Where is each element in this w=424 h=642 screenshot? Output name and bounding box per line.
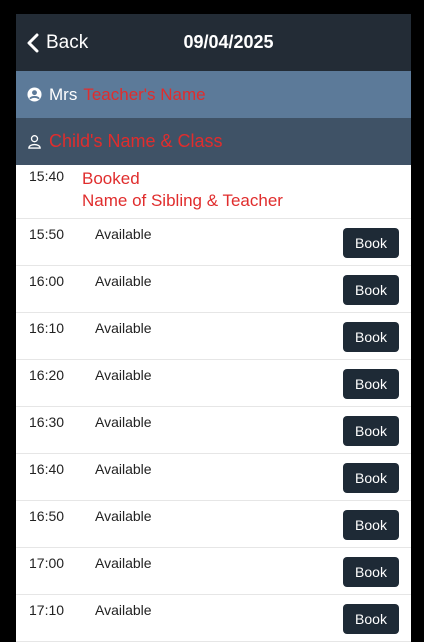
book-button[interactable]: Book [343,604,399,634]
page-title: 09/04/2025 [183,32,274,52]
teacher-header: Mrs Teacher's Name [16,71,411,118]
slot-status: Available [95,367,152,383]
book-button[interactable]: Book [343,275,399,305]
slot-list: 15:50 Available Book 16:00 Available Boo… [16,219,411,642]
book-button[interactable]: Book [343,416,399,446]
slot-status: Available [95,555,152,571]
slot-status: Available [95,461,152,477]
user-circle-icon [27,87,42,102]
slot-status: Available [95,273,152,289]
teacher-name: Teacher's Name [83,84,206,104]
slot-status: Available [95,226,152,242]
slot-row: 17:00 Available Book [16,548,411,595]
slot-status: Available [95,602,152,618]
book-button[interactable]: Book [343,557,399,587]
slot-time: 16:00 [29,273,65,289]
slot-row: 16:30 Available Book [16,407,411,454]
user-outline-icon [28,135,41,149]
book-button[interactable]: Book [343,322,399,352]
child-name-class: Child's Name & Class [49,131,223,151]
book-button[interactable]: Book [343,369,399,399]
navigation-bar: Back 09/04/2025 [16,14,411,71]
slot-time: 17:10 [29,602,65,618]
slot-status: Available [95,508,152,524]
booked-status: Booked [82,169,140,188]
slot-row: 16:20 Available Book [16,360,411,407]
slot-row: 16:50 Available Book [16,501,411,548]
booked-info: Booked Name of Sibling & Teacher [82,168,283,212]
booked-slot-row: 15:40 Booked Name of Sibling & Teacher [16,165,411,219]
slot-row: 16:00 Available Book [16,266,411,313]
book-button[interactable]: Book [343,463,399,493]
slot-row: 16:10 Available Book [16,313,411,360]
teacher-title: Mrs [49,84,78,104]
book-button[interactable]: Book [343,510,399,540]
slot-time: 15:40 [29,168,65,184]
slot-time: 15:50 [29,226,65,242]
slot-status: Available [95,320,152,336]
slot-row: 15:50 Available Book [16,219,411,266]
child-header: Child's Name & Class [16,118,411,165]
slot-row: 16:40 Available Book [16,454,411,501]
slot-time: 16:40 [29,461,65,477]
slot-time: 16:10 [29,320,65,336]
slot-time: 16:30 [29,414,65,430]
booked-detail: Name of Sibling & Teacher [82,191,283,210]
slot-status: Available [95,414,152,430]
slot-time: 16:20 [29,367,65,383]
app-screen: Back 09/04/2025 Mrs Teacher's Name Child… [16,14,411,642]
slot-time: 16:50 [29,508,65,524]
slot-row: 17:10 Available Book [16,595,411,642]
slot-time: 17:00 [29,555,65,571]
book-button[interactable]: Book [343,228,399,258]
